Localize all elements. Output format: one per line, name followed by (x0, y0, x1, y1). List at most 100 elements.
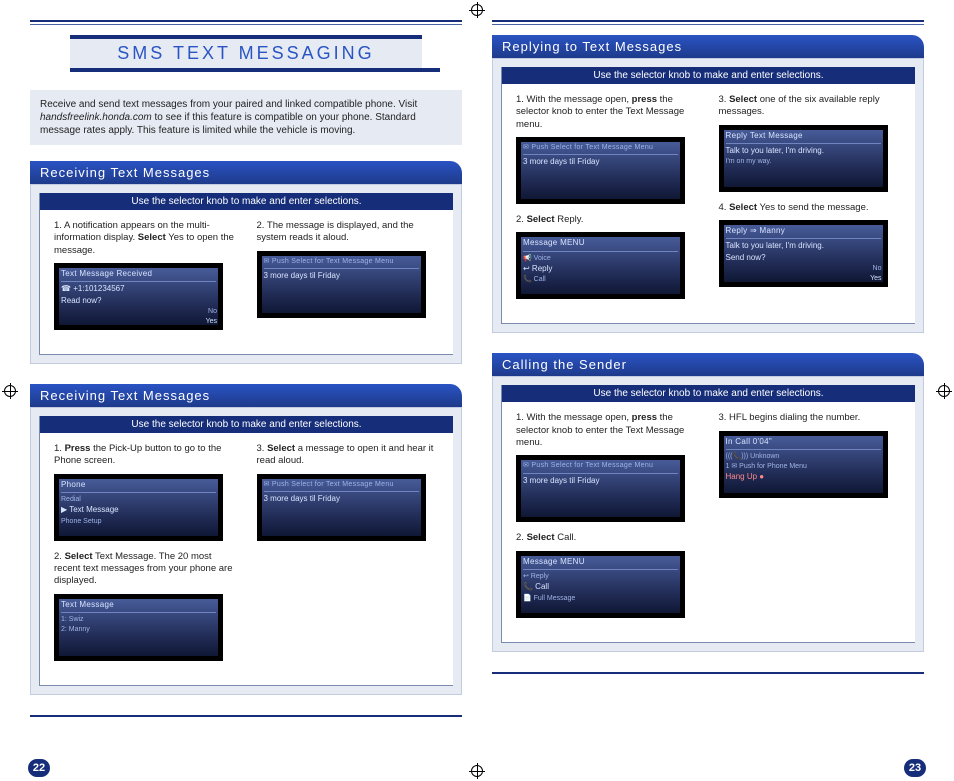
step-text: 4. (719, 202, 730, 213)
screen-line: 3 more days til Friday (264, 271, 419, 281)
step-bold: Press (65, 443, 91, 454)
section-heading: Replying to Text Messages (492, 35, 924, 58)
step: 2. The message is displayed, and the sys… (257, 220, 440, 245)
step-bold: Select (527, 214, 555, 225)
step-text: 1. (54, 443, 65, 454)
screen-line: ☎ +1:101234567 (61, 284, 216, 294)
screen-title: Message MENU (523, 557, 678, 570)
screen-line: Phone Setup (61, 517, 216, 526)
bottom-rule (30, 715, 462, 717)
step: 1. With the message open, press the sele… (516, 94, 699, 131)
screen-line: 📞 Call (523, 582, 678, 592)
screen-title: Phone (61, 480, 216, 493)
device-screen: Phone Redial ▶ Text Message Phone Setup (54, 474, 223, 541)
step-bold: press (632, 94, 657, 105)
intro-box: Receive and send text messages from your… (30, 90, 462, 145)
step-text: 3. (257, 443, 268, 454)
step: 2. Select Reply. (516, 214, 699, 226)
step-text: 2. (516, 214, 527, 225)
screen-line: Redial (61, 495, 216, 504)
screen-line: ↩ Reply (523, 572, 678, 581)
screen-title: Reply Text Message (726, 131, 881, 144)
screen-line: 1 ✉ Push for Phone Menu (726, 462, 881, 471)
step-text: 2. (516, 532, 527, 543)
step-text: 2. The message is displayed, and the sys… (257, 220, 414, 243)
screen-title: Text Message Received (61, 269, 216, 282)
step-bold: Select (729, 202, 757, 213)
step-text: Yes to send the message. (757, 202, 868, 213)
screen-yes: Yes (206, 317, 217, 326)
screen-line: 📞 Call (523, 275, 678, 284)
step: 1. A notification appears on the multi-i… (54, 220, 237, 257)
instruction-bar: Use the selector knob to make and enter … (40, 416, 453, 433)
step: 2. Select Text Message. The 20 most rece… (54, 551, 237, 588)
main-title: SMS TEXT MESSAGING (70, 39, 422, 68)
screen-title: Text Message (61, 600, 216, 613)
device-screen: Message MENU 📢 Voice ↩ Reply 📞 Call (516, 232, 685, 299)
device-screen: Reply ⇒ Manny Talk to you later, I'm dri… (719, 220, 888, 287)
screen-title: In Call 0'04" (726, 437, 881, 450)
screen-title: Message MENU (523, 238, 678, 251)
section-receiving-1: Receiving Text Messages Use the selector… (30, 161, 462, 364)
crop-mark-right (936, 383, 952, 399)
screen-line: Read now? (61, 296, 216, 306)
screen-line: 📢 Voice (523, 254, 678, 263)
step: 3. Select one of the six available reply… (719, 94, 902, 119)
screen-line: ▶ Text Message (61, 505, 216, 515)
screen-title: ✉ Push Select for Text Message Menu (523, 143, 678, 155)
step-bold: Select (729, 94, 757, 105)
device-screen: Text Message Received ☎ +1:101234567 Rea… (54, 263, 223, 330)
step-bold: Select (138, 232, 166, 243)
step: 3. HFL begins dialing the number. (719, 412, 902, 424)
step: 4. Select Yes to send the message. (719, 202, 902, 214)
step-text: 1. With the message open, (516, 412, 632, 423)
step-text: 2. (54, 551, 65, 562)
section-receiving-2: Receiving Text Messages Use the selector… (30, 384, 462, 695)
screen-title: ✉ Push Select for Text Message Menu (523, 461, 678, 473)
screen-line: 1: Swiz (61, 615, 216, 624)
screen-no: No (208, 307, 217, 316)
instruction-bar: Use the selector knob to make and enter … (502, 67, 915, 84)
device-screen: ✉ Push Select for Text Message Menu 3 mo… (516, 137, 685, 204)
step: 3. Select a message to open it and hear … (257, 443, 440, 468)
step-text: Reply. (555, 214, 584, 225)
instruction-bar: Use the selector knob to make and enter … (40, 193, 453, 210)
screen-title: Reply ⇒ Manny (726, 226, 881, 239)
page-number-right: 23 (904, 759, 926, 777)
page-left: SMS TEXT MESSAGING Receive and send text… (30, 20, 462, 717)
intro-text-1: Receive and send text messages from your… (40, 99, 417, 110)
crop-mark-bottom (469, 763, 485, 779)
page-right: Replying to Text Messages Use the select… (492, 20, 924, 717)
instruction-bar: Use the selector knob to make and enter … (502, 385, 915, 402)
screen-line: 3 more days til Friday (523, 157, 678, 167)
step: 1. Press the Pick-Up button to go to the… (54, 443, 237, 468)
section-heading: Calling the Sender (492, 353, 924, 376)
step: 2. Select Call. (516, 532, 699, 544)
screen-line: 📄 Full Message (523, 594, 678, 603)
top-rule (30, 20, 462, 25)
screen-line: I'm on my way. (726, 157, 881, 166)
device-screen: Text Message 1: Swiz 2: Manny (54, 594, 223, 661)
step: 1. With the message open, press the sele… (516, 412, 699, 449)
screen-line: 3 more days til Friday (523, 476, 678, 486)
step-text: 3. HFL begins dialing the number. (719, 412, 861, 423)
section-replying: Replying to Text Messages Use the select… (492, 35, 924, 333)
device-screen: ✉ Push Select for Text Message Menu 3 mo… (257, 474, 426, 541)
device-screen: ✉ Push Select for Text Message Menu 3 mo… (516, 455, 685, 522)
main-title-bar: SMS TEXT MESSAGING (70, 35, 422, 72)
screen-line: ↩ Reply (523, 264, 678, 274)
crop-mark-top (469, 2, 485, 18)
screen-line: 3 more days til Friday (264, 494, 419, 504)
step-bold: Select (65, 551, 93, 562)
screen-title: ✉ Push Select for Text Message Menu (264, 480, 419, 492)
crop-mark-left (2, 383, 18, 399)
device-screen: ✉ Push Select for Text Message Menu 3 mo… (257, 251, 426, 318)
step-text: 1. With the message open, (516, 94, 632, 105)
section-calling: Calling the Sender Use the selector knob… (492, 353, 924, 651)
screen-line: Talk to you later, I'm driving. (726, 146, 881, 156)
screen-line: Hang Up ● (726, 472, 881, 482)
screen-no: No (873, 264, 882, 273)
device-screen: Message MENU ↩ Reply 📞 Call 📄 Full Messa… (516, 551, 685, 618)
top-rule (492, 20, 924, 25)
bottom-rule (492, 672, 924, 674)
